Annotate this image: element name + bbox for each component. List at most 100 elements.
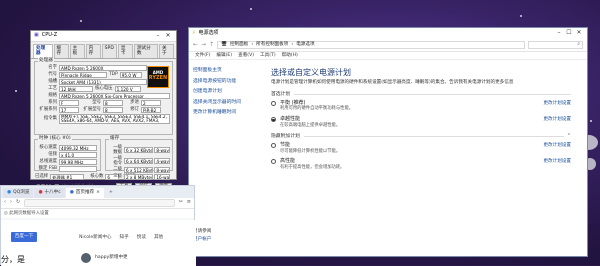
ext-family-field: 17 — [59, 106, 79, 113]
news-link[interactable]: 悦读 — [137, 235, 146, 240]
browser-tab-active[interactable]: ● 首页推荐 × — [65, 188, 105, 198]
tab-mainboard[interactable]: 主板 — [69, 44, 85, 58]
cpuz-app-icon: ▣ — [34, 32, 39, 39]
cp-titlebar[interactable]: ⚡ 电源选项 – ☐ ✕ — [189, 28, 587, 39]
chevron-up-icon[interactable]: ⌃ — [567, 133, 571, 140]
hidden-plans-header[interactable]: 隐藏附加计划 ⌃ — [271, 133, 571, 140]
baidu-search-button[interactable]: 百度一下 — [11, 232, 37, 242]
section-label: 隐藏附加计划 — [271, 134, 300, 140]
ext-model-field: 8 — [103, 106, 123, 113]
field-label: 倍频 — [48, 152, 57, 158]
link-power-button[interactable]: 选择电源按钮的功能 — [193, 79, 253, 85]
plan-radio-selected[interactable] — [271, 117, 276, 123]
close-button[interactable]: ✕ — [163, 32, 173, 41]
bookmark-import-hint[interactable]: ◎ 此网页数据导入设置 — [4, 211, 49, 216]
news-link[interactable]: 知乎 — [120, 235, 129, 240]
address-bar-row: ← → ↑ 🖥 控制面板 › 所有控制面板项 › 电源选项 ⌕ — [189, 39, 587, 52]
minimize-button[interactable]: – — [153, 32, 163, 41]
l3-way-field: 16-way — [154, 173, 170, 180]
browser-tabs: ● QQ浏览 ● 十八中c ● 首页推荐 × + — [1, 186, 194, 198]
rated-fsb-field — [59, 165, 97, 172]
menu-view[interactable]: 查看(V) — [238, 53, 254, 58]
page-description: 电源计划是管理计算机如何使用电源的硬件和系统设置(如显示器亮度、睡眠等)的集合。… — [271, 80, 514, 86]
plan-radio[interactable] — [271, 100, 276, 106]
cpuz-titlebar[interactable]: ▣ CPU-Z – ✕ — [31, 31, 176, 42]
field-label: TDP — [109, 72, 118, 78]
plan-ultimate[interactable]: 卓越性能 在较高端电脑上提供卓越性能。 更改计划设置 — [271, 117, 571, 129]
plan-radio[interactable] — [271, 159, 276, 165]
close-button[interactable]: ✕ — [574, 29, 584, 38]
menu-help[interactable]: 帮助(H) — [282, 53, 298, 58]
new-tab-button[interactable]: + — [105, 188, 117, 198]
revision-field: PiR-B2 — [141, 106, 161, 113]
change-plan-link[interactable]: 更改计划设置 — [533, 159, 571, 164]
forward-icon[interactable]: › — [10, 199, 12, 206]
instructions-field: MMX(+), SSE, SSE2, SSE3, SSSE3, SSE4.1, … — [59, 113, 170, 124]
breadcrumb[interactable]: 🖥 控制面板 › 所有控制面板项 › 电源选项 — [217, 41, 525, 49]
tab-spd[interactable]: SPD — [101, 44, 117, 58]
field-label: 系列 — [48, 100, 57, 106]
menu-bar: 文件(F) 编辑(E) 查看(V) 工具(T) 帮助(H) — [189, 52, 587, 60]
breadcrumb-item[interactable]: 所有控制面板项 — [256, 42, 288, 47]
link-sleep-time[interactable]: 更改计算机睡眠时间 — [193, 110, 253, 116]
cache-group-label: 缓存 — [109, 135, 121, 141]
tab-about[interactable]: 关于 — [158, 44, 174, 58]
maximize-button[interactable]: ☐ — [564, 29, 574, 38]
plan-desc: 利用可用的硬件自动平衡功耗与性能。 — [280, 106, 354, 112]
plan-name: 节能 — [280, 141, 291, 148]
menu-tools[interactable]: 工具(T) — [260, 53, 276, 58]
l1d-field: 6 x 32 KBytes — [124, 146, 154, 153]
search-input[interactable]: ⌕ — [528, 41, 583, 49]
link-display-off[interactable]: 选择关闭显示器的时间 — [193, 100, 253, 106]
l1i-field: 6 x 64 KBytes — [124, 157, 154, 164]
username[interactable]: happy新增中更 — [95, 255, 128, 260]
browser-tab[interactable]: ● QQ浏览 — [3, 188, 34, 198]
close-icon[interactable]: × — [96, 190, 100, 195]
breadcrumb-item[interactable]: 电源选项 — [296, 42, 314, 47]
tab-bench[interactable]: 测试分数 — [133, 44, 158, 58]
plan-power-saver[interactable]: 节能 尽可能降低计算机性能以节能。 更改计划设置 — [271, 141, 571, 155]
news-link[interactable]: 其他 — [154, 235, 163, 240]
browser-tab[interactable]: ● 十八中c — [34, 188, 65, 198]
back-icon[interactable]: ← — [193, 41, 198, 49]
link-control-panel-home[interactable]: 控制面板主页 — [193, 68, 253, 74]
plan-radio[interactable] — [271, 142, 276, 148]
minimize-button[interactable]: – — [554, 29, 564, 38]
control-panel-icon: 🖥 — [221, 42, 227, 48]
breadcrumb-item[interactable]: 控制面板 — [230, 42, 248, 47]
search-icon: ⌕ — [577, 41, 580, 48]
news-link[interactable]: Nicole新闻中心 — [79, 235, 112, 240]
field-label: 总线速度 — [39, 159, 57, 165]
plan-high-performance[interactable]: 高性能 有利于提高性能，但会增加功耗。 更改计划设置 — [271, 159, 571, 171]
field-label: 修订 — [130, 107, 139, 113]
url-bar[interactable] — [24, 199, 175, 207]
power-options-window: ⚡ 电源选项 – ☐ ✕ ← → ↑ 🖥 控制面板 › 所有控制面板项 › 电源选项… — [188, 27, 588, 257]
menu-edit[interactable]: 编辑(E) — [216, 53, 232, 58]
cpu-name-field: AMD Ryzen 5 2600X — [59, 64, 147, 71]
tab-graphics[interactable]: 显卡 — [117, 44, 133, 58]
link-create-plan[interactable]: 创建电源计划 — [193, 89, 253, 95]
change-plan-link[interactable]: 更改计划设置 — [533, 101, 571, 106]
browser-toolbar: ‹ › ↻ ✂ ≡ — [1, 198, 194, 209]
avatar[interactable] — [81, 253, 91, 263]
change-plan-link[interactable]: 更改计划设置 — [533, 143, 571, 148]
family-field: F — [59, 99, 79, 106]
plan-balanced[interactable]: 平衡 (推荐) 利用可用的硬件自动平衡功耗与性能。 更改计划设置 — [271, 100, 571, 113]
back-icon[interactable]: ‹ — [4, 199, 6, 206]
l2-field: 6 x 512 KBytes — [124, 166, 154, 173]
section-label: 首选计划 — [271, 92, 291, 98]
tab-processor[interactable]: 处理器 — [33, 44, 53, 58]
field-label: 工艺 — [48, 86, 57, 92]
tab-cache[interactable]: 缓存 — [53, 44, 69, 58]
stepping-field: 2 — [141, 99, 161, 106]
menu-icon[interactable]: ≡ — [187, 199, 191, 206]
extension-icon[interactable]: ✂ — [179, 199, 183, 206]
tab-memory[interactable]: 内存 — [85, 44, 101, 58]
cp-title: 电源选项 — [198, 29, 219, 36]
change-plan-link[interactable]: 更改计划设置 — [533, 117, 571, 122]
refresh-icon[interactable]: ↻ — [16, 199, 20, 206]
processor-select[interactable]: 处理器 #1 — [50, 173, 85, 180]
up-icon[interactable]: ↑ — [209, 41, 214, 49]
menu-file[interactable]: 文件(F) — [195, 53, 210, 58]
forward-icon[interactable]: → — [201, 41, 206, 49]
